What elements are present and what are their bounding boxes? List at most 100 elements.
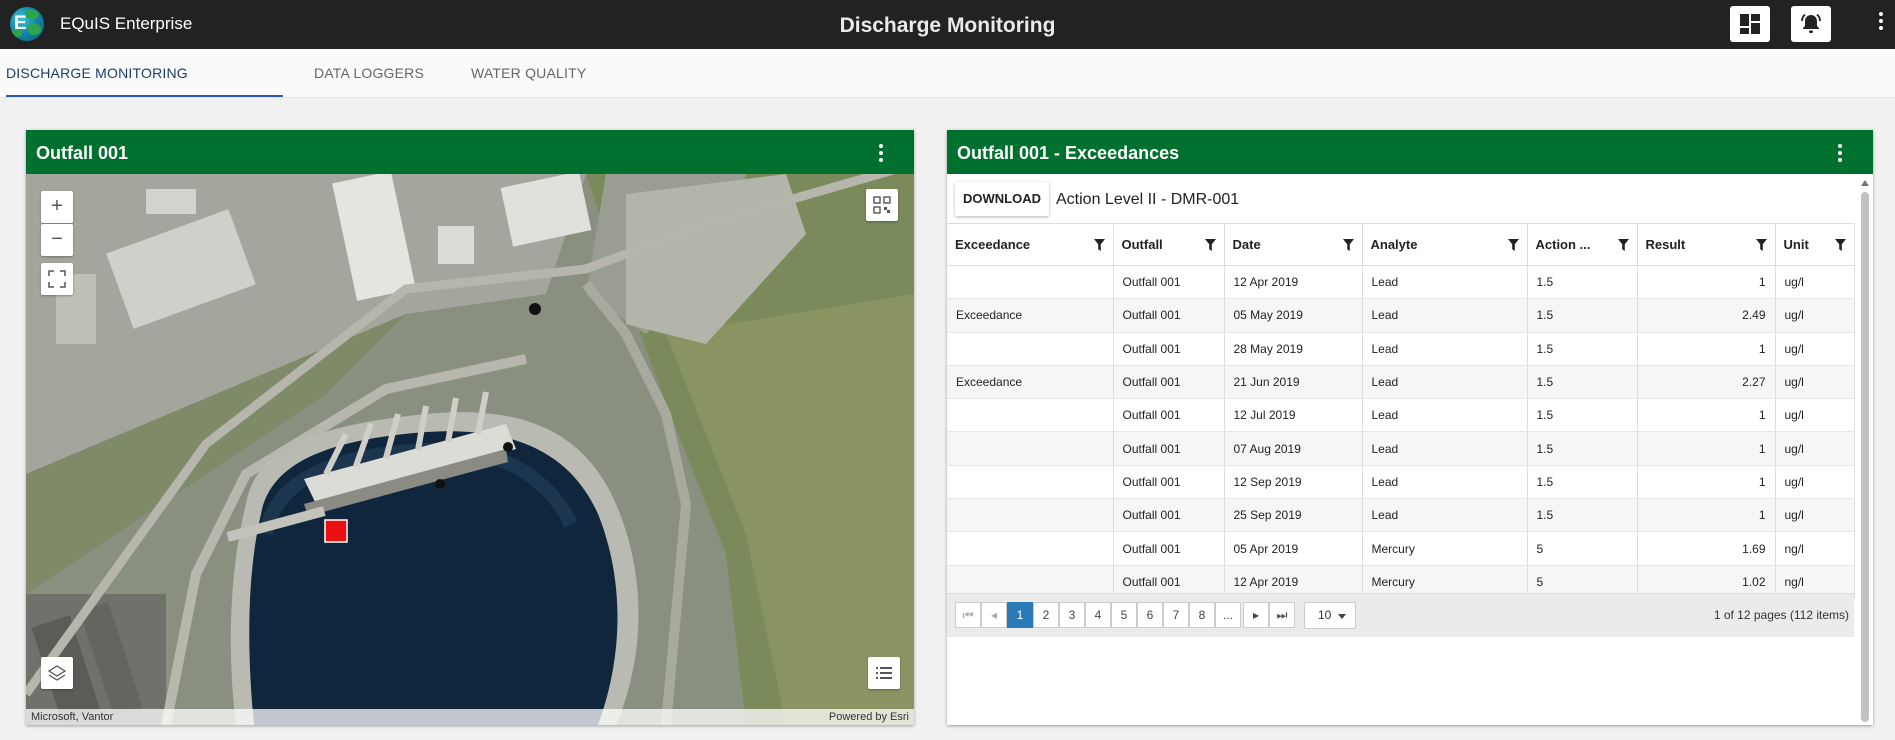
table-row[interactable]: Exceedance Outfall 001 21 Jun 2019 Lead 1.5 2… (947, 365, 1855, 400)
column-header-label: Action ... (1535, 237, 1591, 252)
table-cell: 1 (1637, 332, 1776, 366)
action-level-label: Action Level II - DMR-001 (1056, 191, 1240, 208)
table-cell: 25 Sep 2019 (1224, 498, 1363, 533)
more-vert-icon[interactable] (1877, 12, 1885, 36)
outfall-marker[interactable] (324, 519, 348, 543)
table-cell: 5 (1527, 531, 1638, 566)
page-size-select[interactable]: 10 (1304, 602, 1356, 629)
first-page-button[interactable]: ⏮ (955, 602, 981, 628)
table-cell: Outfall 001 (1113, 465, 1225, 500)
page-button[interactable]: 2 (1033, 602, 1059, 628)
table-cell (947, 498, 1114, 533)
table-cell: 1.5 (1527, 498, 1638, 533)
column-header-label: Outfall (1121, 237, 1163, 252)
exceedances-table: Exceedance Outfall Date Analyte Action ... Re… (947, 223, 1855, 599)
dashboard-button[interactable] (1730, 6, 1770, 42)
table-cell: 2.49 (1637, 298, 1776, 333)
table-cell: ug/l (1775, 332, 1855, 366)
qr-code-icon (873, 196, 891, 214)
table-cell: 1.5 (1527, 465, 1638, 500)
pager: ⏮ ◂ 1 2 3 4 5 6 7 8... ▸ ⏭ 10 1 of 12 pages (11… (947, 593, 1854, 637)
layers-button[interactable] (41, 657, 73, 689)
scrollbar-thumb[interactable] (1861, 192, 1869, 722)
table-row[interactable]: Outfall 001 25 Sep 2019 Lead 1.5 1 ug/l (947, 498, 1855, 533)
zoom-out-button[interactable]: − (41, 224, 73, 256)
satellite-map[interactable]: + − Microsoft, Vantor Powered by Esri (26, 174, 914, 725)
filter-icon[interactable] (1204, 239, 1216, 251)
attribution-esri[interactable]: Powered by Esri (829, 711, 909, 723)
table-cell: Exceedance (947, 298, 1114, 333)
filter-icon[interactable] (1342, 239, 1354, 251)
table-row[interactable]: Outfall 001 12 Apr 2019 Lead 1.5 1 ug/l (947, 265, 1855, 300)
more-vert-icon[interactable] (878, 144, 884, 164)
fullscreen-button[interactable] (41, 263, 73, 295)
scroll-up-arrow[interactable] (1861, 180, 1869, 186)
filter-icon[interactable] (1093, 239, 1105, 251)
app-title: EQuIS Enterprise (60, 14, 193, 33)
dashboard-icon (1740, 14, 1760, 34)
vertical-scrollbar[interactable] (1860, 178, 1870, 723)
page-button[interactable]: 3 (1059, 602, 1085, 628)
table-cell (947, 332, 1114, 366)
table-cell: 1 (1637, 398, 1776, 433)
table-cell (947, 431, 1114, 466)
page-button[interactable]: 8 (1189, 602, 1215, 628)
table-row[interactable]: Exceedance Outfall 001 05 May 2019 Lead 1.5 2… (947, 298, 1855, 333)
table-cell: ug/l (1775, 365, 1855, 400)
filter-icon[interactable] (1617, 239, 1629, 251)
table-row[interactable]: Outfall 001 28 May 2019 Lead 1.5 1 ug/l (947, 332, 1855, 366)
tab-water-quality[interactable]: WATER QUALITY (471, 49, 586, 97)
filter-icon[interactable] (1507, 239, 1519, 251)
table-cell: Outfall 001 (1113, 298, 1225, 333)
column-header[interactable]: Outfall (1113, 223, 1225, 266)
filter-icon[interactable] (1755, 239, 1767, 251)
zoom-in-button[interactable]: + (41, 191, 73, 223)
more-vert-icon[interactable] (1837, 144, 1843, 164)
table-row[interactable]: Outfall 001 12 Jul 2019 Lead 1.5 1 ug/l (947, 398, 1855, 433)
app-logo[interactable]: E (10, 7, 44, 41)
table-row[interactable]: Outfall 001 12 Sep 2019 Lead 1.5 1 ug/l (947, 465, 1855, 500)
page-button[interactable]: 5 (1111, 602, 1137, 628)
fullscreen-icon (48, 270, 66, 288)
table-cell: 1.5 (1527, 265, 1638, 300)
column-header[interactable]: Result (1637, 223, 1776, 266)
table-row[interactable]: Outfall 001 07 Aug 2019 Lead 1.5 1 ug/l (947, 431, 1855, 466)
table-cell: 21 Jun 2019 (1224, 365, 1363, 400)
column-header[interactable]: Unit (1775, 223, 1855, 266)
page-button[interactable]: 4 (1085, 602, 1111, 628)
alerts-button[interactable] (1791, 6, 1831, 42)
table-cell: 05 May 2019 (1224, 298, 1363, 333)
table-cell: Outfall 001 (1113, 332, 1225, 366)
table-row[interactable]: Outfall 001 05 Apr 2019 Mercury 5 1.69 ng/l (947, 531, 1855, 566)
exceedances-panel-header: Outfall 001 - Exceedances (947, 130, 1873, 174)
table-cell: Lead (1362, 298, 1528, 333)
page-button[interactable]: 7 (1163, 602, 1189, 628)
filter-icon[interactable] (1834, 239, 1846, 251)
column-header[interactable]: Exceedance (947, 223, 1114, 266)
table-cell (947, 531, 1114, 566)
map-panel-title: Outfall 001 (36, 143, 129, 163)
column-header[interactable]: Date (1224, 223, 1363, 266)
legend-button[interactable] (868, 657, 900, 689)
tab-data-loggers[interactable]: DATA LOGGERS (314, 49, 424, 97)
page-button[interactable]: 1 (1007, 602, 1033, 628)
column-header[interactable]: Analyte (1362, 223, 1528, 266)
table-cell: 12 Jul 2019 (1224, 398, 1363, 433)
table-cell: 1.5 (1527, 332, 1638, 366)
table-cell: Exceedance (947, 365, 1114, 400)
table-cell: 1 (1637, 431, 1776, 466)
prev-page-button[interactable]: ◂ (981, 602, 1007, 628)
table-cell: Outfall 001 (1113, 498, 1225, 533)
download-button[interactable]: DOWNLOAD (955, 182, 1049, 216)
column-header[interactable]: Action ... (1527, 223, 1638, 266)
table-cell: Outfall 001 (1113, 431, 1225, 466)
page-button[interactable]: 6 (1137, 602, 1163, 628)
table-cell: 1 (1637, 265, 1776, 300)
tab-discharge-monitoring-exceedances[interactable]: DISCHARGE MONITORING EXCEEDANCES (6, 49, 283, 129)
next-page-button[interactable]: ▸ (1243, 602, 1269, 628)
page-button[interactable]: ... (1215, 602, 1241, 628)
table-cell: Lead (1362, 265, 1528, 300)
qr-code-button[interactable] (866, 189, 898, 221)
last-page-button[interactable]: ⏭ (1269, 602, 1295, 628)
column-header-label: Date (1232, 237, 1261, 252)
